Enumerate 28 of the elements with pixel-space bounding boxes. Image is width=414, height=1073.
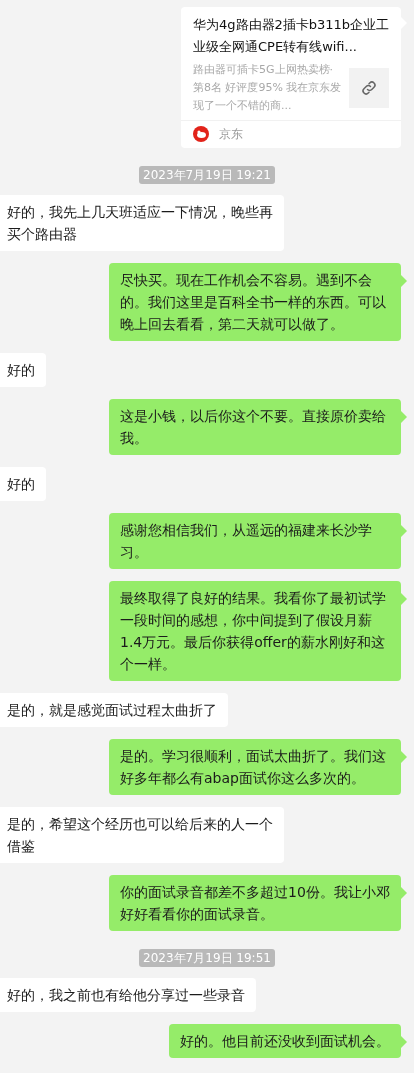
timestamp: 2023年7月19日 19:21	[139, 166, 275, 184]
bubble-tail	[401, 593, 407, 605]
bubble-tail	[401, 1036, 407, 1048]
link-icon	[349, 68, 389, 108]
message-bubble: 好的	[0, 353, 46, 387]
source-label: 京东	[219, 126, 243, 143]
bubble-tail	[401, 751, 407, 763]
message-bubble: 好的。他目前还没收到面试机会。	[169, 1024, 401, 1058]
bubble-tail	[401, 275, 407, 287]
message-bubble: 感谢您相信我们，从遥远的福建来长沙学习。	[109, 513, 401, 569]
message-bubble: 这是小钱，以后你这个不要。直接原价卖给我。	[109, 399, 401, 455]
bubble-tail	[401, 525, 407, 537]
message-bubble: 是的。学习很顺利，面试太曲折了。我们这好多年都么有abap面试你这么多次的。	[109, 739, 401, 795]
message-bubble: 你的面试录音都差不多超过10份。我让小邓好好看看你的面试录音。	[109, 875, 401, 931]
bubble-tail	[401, 887, 407, 899]
message-bubble: 尽快买。现在工作机会不容易。遇到不会的。我们这里是百科全书一样的东西。可以晚上回去看看，第二天就可以做了。	[109, 263, 401, 341]
message-bubble: 好的，我之前也有给他分享过一些录音	[0, 978, 256, 1012]
timestamp: 2023年7月19日 19:51	[139, 949, 275, 967]
card-title: 华为4g路由器2插卡b311b企业工业级全网通CPE转有线wifi...	[192, 16, 391, 56]
bubble-tail	[401, 411, 407, 423]
card-description: 路由器可插卡5G上网热卖榜·第8名 好评度95% 我在京东发现了一个不错的商...	[193, 62, 343, 114]
app-logo-icon	[193, 126, 209, 142]
message-bubble: 最终取得了良好的结果。我看你了最初试学一段时间的感想，你中间提到了假设月薪1.4万元。最后你获得offer的薪水刚好和这个一样。	[109, 581, 401, 681]
message-bubble: 是的，希望这个经历也可以给后来的人一个借鉴	[0, 807, 284, 863]
message-bubble: 好的，我先上几天班适应一下情况，晚些再买个路由器	[0, 195, 284, 251]
message-bubble: 是的，就是感觉面试过程太曲折了	[0, 693, 228, 727]
message-bubble: 好的	[0, 467, 46, 501]
link-card[interactable]: 华为4g路由器2插卡b311b企业工业级全网通CPE转有线wifi... 路由器可插卡5G上网热卖榜·第8名 好评度95% 我在京东发现了一个不错的商... 京东	[181, 7, 401, 148]
